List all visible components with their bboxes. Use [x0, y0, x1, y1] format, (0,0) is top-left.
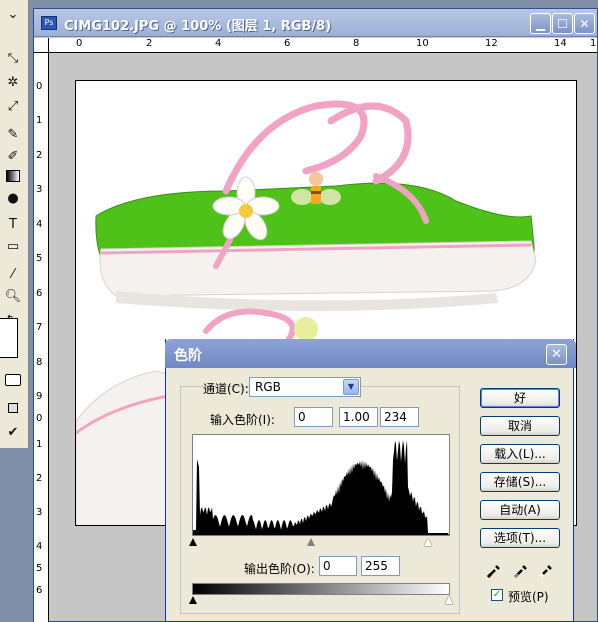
ruler-label: 8: [36, 357, 43, 368]
ruler-label: 14: [554, 38, 567, 49]
output-black-slider[interactable]: [189, 596, 197, 604]
cancel-button[interactable]: 取消: [480, 416, 560, 436]
close-icon[interactable]: ✕: [546, 344, 567, 365]
ruler-label: 0: [36, 413, 43, 424]
ruler-label: 5: [36, 253, 43, 264]
gray-eyedropper-icon[interactable]: [512, 562, 530, 580]
ruler-origin[interactable]: [34, 38, 49, 53]
document-titlebar[interactable]: Ps CIMG102.JPG @ 100% (图层 1, RGB/8) ▁ ☐ …: [34, 9, 597, 37]
chevron-down-icon: ▼: [343, 379, 359, 395]
zoom-icon[interactable]: 🔍︎: [2, 286, 24, 306]
ruler-label: 7: [36, 322, 43, 333]
ruler-label: 10: [416, 38, 429, 49]
ruler-label: 1: [36, 115, 43, 126]
horizontal-ruler[interactable]: 0 2 4 6 8 10 12 14 16: [49, 38, 597, 53]
preview-label: 预览(P): [508, 590, 549, 604]
shape-icon[interactable]: ▭: [2, 236, 24, 256]
preview-checkbox[interactable]: ✓: [491, 589, 503, 601]
ruler-label: 8: [353, 38, 360, 49]
close-icon[interactable]: ✕: [574, 13, 595, 34]
ruler-label: 5: [36, 563, 43, 574]
levels-dialog: 色阶 ✕ 通道(C): RGB ▼ 输入色阶(I): 0 1.00 234 输出…: [165, 339, 576, 622]
input-levels-label: 输入色阶(I):: [210, 413, 275, 427]
dropdown-arrow-icon[interactable]: ⌄: [2, 4, 24, 24]
photoshop-icon: Ps: [41, 16, 57, 30]
load-button[interactable]: 载入(L)...: [480, 444, 560, 464]
vertical-ruler[interactable]: 0 1 2 3 4 5 6 7 8 9 0 1 2 3 4 5 6: [34, 53, 49, 622]
ruler-label: 12: [485, 38, 498, 49]
magic-wand-icon[interactable]: ✲: [2, 72, 24, 92]
ruler-label: 0: [36, 81, 43, 92]
ruler-label: 6: [284, 38, 291, 49]
eyedropper-icon[interactable]: ⁄: [2, 264, 24, 284]
jump-to-imageready-icon[interactable]: ✔: [2, 422, 24, 442]
ruler-label: 3: [36, 507, 43, 518]
move-icon[interactable]: ⤡: [2, 48, 24, 68]
black-eyedropper-icon[interactable]: [485, 562, 503, 580]
minimize-icon[interactable]: ▁: [530, 13, 551, 34]
ok-button[interactable]: 好: [480, 388, 560, 408]
save-button[interactable]: 存储(S)...: [480, 472, 560, 492]
maximize-icon[interactable]: ☐: [552, 13, 573, 34]
ruler-label: 0: [76, 38, 83, 49]
ruler-label: 6: [36, 585, 43, 596]
output-gradient: [192, 583, 450, 595]
ruler-label: 2: [36, 473, 43, 484]
dodge-icon[interactable]: ●: [2, 188, 24, 208]
histogram-plot: [193, 440, 449, 535]
history-brush-icon[interactable]: ✐: [2, 146, 24, 166]
options-button[interactable]: 选项(T)...: [480, 528, 560, 548]
foreground-color-swatch[interactable]: [0, 318, 18, 358]
ruler-label: 4: [215, 38, 222, 49]
histogram-shape: [193, 440, 449, 535]
ruler-label: 9: [36, 391, 43, 402]
levels-title: 色阶: [174, 348, 202, 364]
input-gamma-field[interactable]: 1.00: [339, 407, 378, 427]
input-white-field[interactable]: 234: [380, 407, 419, 427]
ruler-label: 2: [146, 38, 153, 49]
brush-icon[interactable]: ✎: [2, 124, 24, 144]
ruler-label: 2: [36, 150, 43, 161]
white-eyedropper-icon[interactable]: [537, 562, 555, 580]
ruler-label: 4: [36, 219, 43, 230]
output-white-field[interactable]: 255: [361, 556, 400, 576]
ruler-label: 3: [36, 184, 43, 195]
input-gamma-slider[interactable]: [307, 538, 315, 546]
output-white-slider[interactable]: [445, 596, 453, 604]
output-black-field[interactable]: 0: [319, 556, 357, 576]
gradient-icon[interactable]: [2, 166, 24, 186]
type-icon[interactable]: T: [2, 214, 24, 234]
auto-button[interactable]: 自动(A): [480, 500, 560, 520]
ruler-label: 1: [36, 439, 43, 450]
screen-mode-icon[interactable]: [2, 398, 24, 418]
ruler-label: 4: [36, 541, 43, 552]
input-black-slider[interactable]: [189, 538, 197, 546]
levels-titlebar[interactable]: 色阶 ✕: [165, 339, 576, 368]
channel-label: 通道(C):: [203, 382, 249, 396]
channel-select[interactable]: RGB ▼: [249, 377, 361, 397]
ruler-label: 16: [590, 38, 597, 49]
channel-value: RGB: [255, 380, 281, 394]
output-levels-label: 输出色阶(O):: [244, 562, 315, 576]
crop-icon[interactable]: ⤢: [2, 96, 24, 116]
quick-mask-icon[interactable]: [2, 370, 24, 390]
histogram: [192, 434, 450, 536]
input-white-slider[interactable]: [424, 538, 432, 546]
input-black-field[interactable]: 0: [294, 407, 333, 427]
ruler-label: 6: [36, 288, 43, 299]
document-title: CIMG102.JPG @ 100% (图层 1, RGB/8): [64, 19, 332, 34]
tools-palette: ⌄ ⤡ ✲ ⤢ ✎ ✐ ● T ▭ ⁄ 🔍︎ ↰ ✔: [0, 0, 29, 448]
